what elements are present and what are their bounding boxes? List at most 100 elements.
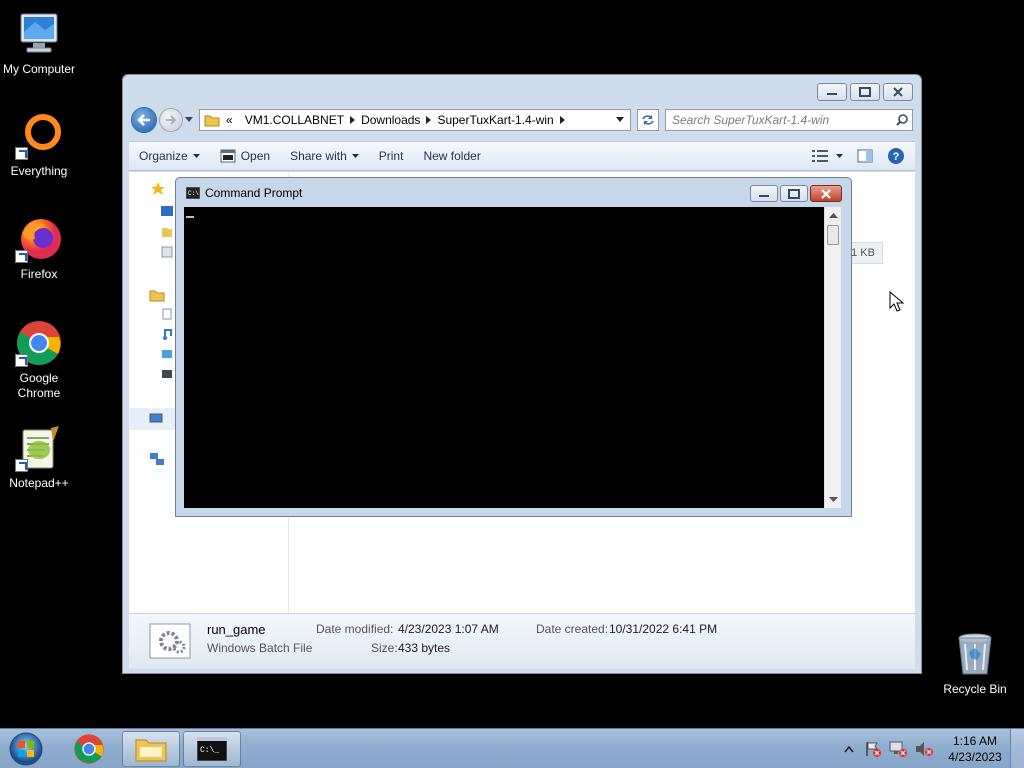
action-center-flag-icon[interactable] <box>864 740 882 758</box>
back-button[interactable] <box>131 107 157 133</box>
close-icon <box>821 188 831 199</box>
documents-nav-icon[interactable] <box>161 308 173 320</box>
help-icon[interactable]: ? <box>887 147 905 165</box>
chevron-down-icon <box>836 153 843 158</box>
desktop-icon-label: Notepad++ <box>9 476 69 490</box>
size-label: Size: <box>371 641 398 655</box>
open-label: Open <box>240 149 271 163</box>
explorer-window-controls <box>817 83 913 101</box>
show-desktop-button[interactable] <box>1010 729 1024 768</box>
arrow-left-icon <box>137 114 150 126</box>
mouse-pointer-icon <box>889 291 905 312</box>
desktop-icon-google-chrome[interactable]: Google Chrome <box>0 319 78 401</box>
breadcrumb-separator-icon[interactable] <box>559 116 565 124</box>
cmd-title-bar[interactable]: C:\ Command Prompt <box>186 186 302 200</box>
favorites-star-icon[interactable] <box>151 182 165 196</box>
scroll-down-arrow-icon[interactable] <box>826 495 841 505</box>
windows-start-icon <box>9 732 43 766</box>
print-button[interactable]: Print <box>369 149 414 163</box>
breadcrumb-item[interactable]: VM1.COLLABNET <box>245 113 344 127</box>
desktop-icon-notepad-plus-plus[interactable]: Notepad++ <box>0 424 78 491</box>
desktop-icon-my-computer[interactable]: My Computer <box>0 10 78 77</box>
cmd-minimize-button[interactable] <box>750 185 778 202</box>
change-view-button[interactable] <box>812 150 843 162</box>
breadcrumb-separator-icon[interactable] <box>426 116 432 124</box>
chrome-icon <box>74 734 104 764</box>
scroll-up-arrow-icon[interactable] <box>826 210 841 220</box>
desktop-icon-label: Recycle Bin <box>943 682 1007 696</box>
cmd-open-icon <box>220 149 236 163</box>
preview-pane-icon[interactable] <box>857 149 873 163</box>
scroll-thumb[interactable] <box>827 225 839 245</box>
clock-time: 1:16 AM <box>952 734 998 748</box>
svg-text:?: ? <box>893 151 900 163</box>
refresh-icon <box>642 115 654 125</box>
my-computer-icon <box>15 10 63 58</box>
print-label: Print <box>378 149 404 163</box>
volume-muted-icon[interactable] <box>914 740 934 758</box>
new-folder-button[interactable]: New folder <box>413 149 490 163</box>
date-created-label: Date created: <box>536 622 609 636</box>
forward-button[interactable] <box>159 108 183 132</box>
videos-nav-icon[interactable] <box>161 368 173 380</box>
file-type: Windows Batch File <box>207 641 313 655</box>
taskbar-command-prompt-button[interactable]: C:\_ <box>183 731 241 767</box>
command-prompt-icon: C:\_ <box>197 737 227 761</box>
close-button[interactable] <box>883 83 913 101</box>
notepad-plus-plus-icon <box>15 424 63 472</box>
shortcut-arrow-icon <box>15 250 28 263</box>
system-tray: 1:16 AM 4/23/2023 <box>844 729 1024 768</box>
breadcrumb-separator-icon[interactable] <box>350 116 356 124</box>
music-nav-icon[interactable] <box>161 328 173 340</box>
close-icon <box>893 87 903 97</box>
minimize-button[interactable] <box>817 83 847 101</box>
cmd-close-button[interactable] <box>810 185 842 202</box>
downloads-nav-icon[interactable] <box>161 226 173 238</box>
search-box[interactable]: Search SuperTuxKart-1.4-win <box>665 109 913 131</box>
clock[interactable]: 1:16 AM 4/23/2023 <box>940 733 1010 765</box>
recent-places-nav-icon[interactable] <box>161 246 173 258</box>
cmd-vertical-scrollbar[interactable] <box>824 207 841 508</box>
new-folder-label: New folder <box>423 149 481 163</box>
details-pane: run_game Windows Batch File Date modifie… <box>129 613 915 669</box>
address-dropdown-icon[interactable] <box>616 117 624 123</box>
breadcrumb-item[interactable]: Downloads <box>361 113 420 127</box>
maximize-button[interactable] <box>850 83 880 101</box>
desktop-icon-label: Google Chrome <box>17 371 61 400</box>
organize-label: Organize <box>139 149 188 163</box>
cmd-maximize-button[interactable] <box>780 185 808 202</box>
desktop-icon-recycle-bin[interactable]: Recycle Bin <box>936 630 1014 697</box>
network-nav-icon[interactable] <box>149 452 165 466</box>
svg-text:C:\: C:\ <box>188 190 199 197</box>
taskbar: C:\_ 1:16 AM 4/23/2023 <box>0 728 1024 768</box>
network-icon[interactable] <box>888 740 908 758</box>
taskbar-chrome-button[interactable] <box>60 731 118 767</box>
share-with-menu-button[interactable]: Share with <box>280 149 369 163</box>
desktop-icon-everything[interactable]: Everything <box>0 112 78 179</box>
arrow-right-icon <box>166 115 177 125</box>
refresh-button[interactable] <box>637 109 659 131</box>
text-cursor <box>186 216 194 218</box>
start-button[interactable] <box>6 731 46 767</box>
date-created-value: 10/31/2022 6:41 PM <box>609 622 718 636</box>
taskbar-explorer-button[interactable] <box>122 731 180 767</box>
svg-text:C:\_: C:\_ <box>200 746 219 755</box>
libraries-nav-icon[interactable] <box>149 288 165 302</box>
organize-menu-button[interactable]: Organize <box>129 149 210 163</box>
batch-file-icon <box>149 623 191 659</box>
open-button[interactable]: Open <box>210 149 280 163</box>
date-modified-value: 4/23/2023 1:07 AM <box>398 622 499 636</box>
search-icon[interactable] <box>896 114 908 126</box>
show-hidden-icons-chevron-icon[interactable] <box>844 745 854 753</box>
desktop-icon-firefox[interactable]: Firefox <box>0 215 78 282</box>
command-prompt-window[interactable]: C:\ Command Prompt <box>175 177 852 517</box>
search-input[interactable]: Search SuperTuxKart-1.4-win <box>672 113 829 127</box>
recent-pages-chevron-icon[interactable] <box>185 117 193 123</box>
command-prompt-icon: C:\ <box>186 187 200 199</box>
breadcrumb-overflow[interactable]: « <box>226 113 233 127</box>
pictures-nav-icon[interactable] <box>161 348 173 360</box>
cmd-console-area[interactable] <box>184 207 824 508</box>
breadcrumb-item[interactable]: SuperTuxKart-1.4-win <box>437 113 553 127</box>
address-bar[interactable]: « VM1.COLLABNET Downloads SuperTuxKart-1… <box>199 109 631 131</box>
desktop-nav-icon[interactable] <box>161 206 173 216</box>
